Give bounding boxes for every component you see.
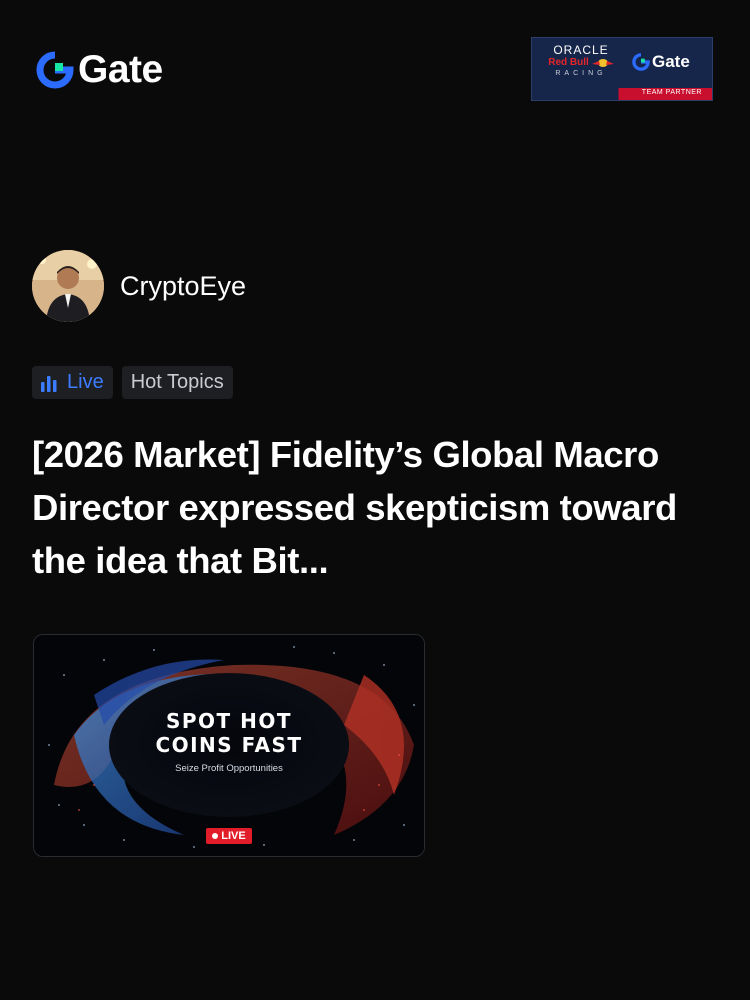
team-partner-label: TEAM PARTNER (641, 89, 702, 96)
live-badge: LIVE (206, 828, 252, 844)
oracle-text: ORACLE (553, 43, 609, 57)
avatar[interactable] (32, 250, 104, 322)
gate-logo: Gate (36, 50, 163, 89)
avatar-image (32, 250, 104, 322)
partner-gate-logo: Gate (632, 52, 690, 72)
hot-topics-label: Hot Topics (130, 371, 224, 393)
hot-topics-tag[interactable]: Hot Topics (121, 366, 233, 399)
card-title: SPOT HOT COINS FAST (155, 709, 303, 757)
live-media-card[interactable]: SPOT HOT COINS FAST Seize Profit Opportu… (33, 634, 425, 857)
live-dot-icon (212, 833, 219, 839)
redbull-label: Red Bull (548, 57, 589, 68)
card-subtitle: Seize Profit Opportunities (175, 763, 283, 774)
gate-logo-icon (36, 51, 74, 88)
gate-small-icon (632, 53, 650, 71)
tag-row: Live Hot Topics (32, 366, 233, 399)
racing-text: RACING (555, 70, 607, 77)
post-headline[interactable]: [2026 Market] Fidelity’s Global Macro Di… (32, 428, 722, 587)
bull-icon (591, 59, 614, 67)
redbull-text: Red Bull (541, 57, 621, 69)
live-bars-icon (41, 375, 57, 392)
live-tag[interactable]: Live (32, 366, 113, 399)
post-share-page: Gate ORACLE Red Bull RACING Gate TEAM PA… (0, 0, 750, 1000)
partner-racing-logo: ORACLE Red Bull RACING (541, 44, 621, 79)
live-badge-label: LIVE (221, 830, 246, 842)
partner-footer: TEAM PARTNER (532, 88, 712, 100)
author-row[interactable]: CryptoEye (32, 250, 246, 322)
author-name[interactable]: CryptoEye (120, 271, 246, 302)
gate-logo-text: Gate (78, 48, 163, 91)
live-tag-label: Live (67, 371, 104, 393)
partner-banner: ORACLE Red Bull RACING Gate TEAM PARTNER (531, 37, 713, 101)
partner-gate-text: Gate (652, 52, 690, 71)
